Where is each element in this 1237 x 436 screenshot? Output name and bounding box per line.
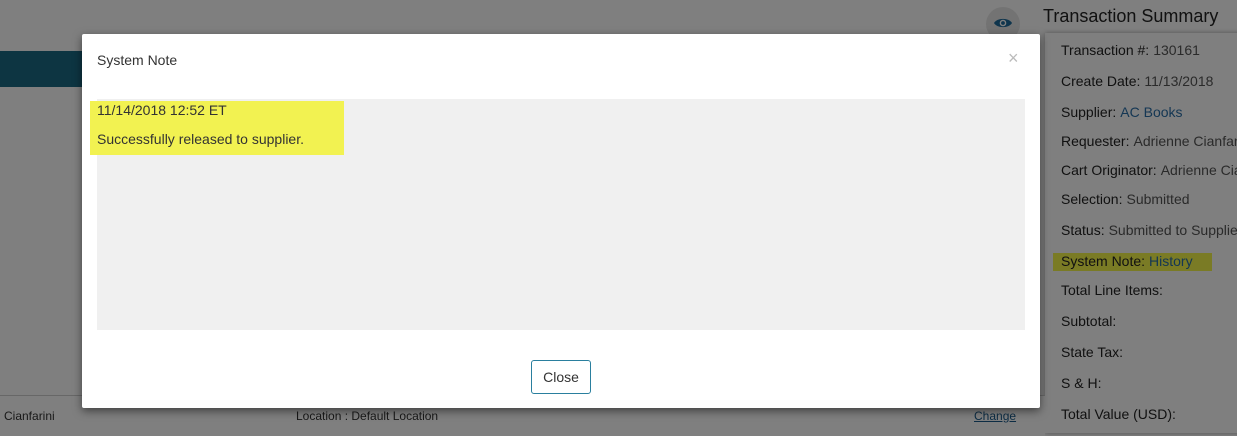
note-content-area: 11/14/2018 12:52 ET Successfully release…: [90, 99, 1025, 330]
dialog-title: System Note: [97, 52, 178, 68]
note-message: Successfully released to supplier.: [97, 131, 304, 147]
system-note-dialog: System Note × 11/14/2018 12:52 ET Succes…: [82, 34, 1040, 408]
note-timestamp: 11/14/2018 12:52 ET: [97, 102, 227, 118]
close-button[interactable]: Close: [531, 360, 591, 394]
close-icon[interactable]: ×: [1008, 49, 1019, 67]
